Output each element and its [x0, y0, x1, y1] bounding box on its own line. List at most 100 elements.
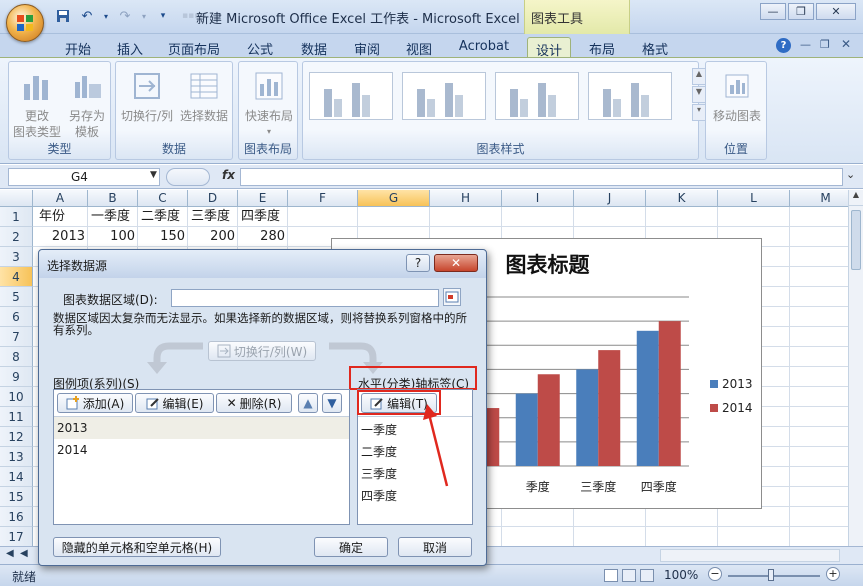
column-header[interactable]: D: [188, 190, 238, 207]
column-header[interactable]: F: [288, 190, 358, 207]
quick-layout-button[interactable]: 快速布局 ▾: [241, 70, 297, 140]
row-header[interactable]: 5: [0, 287, 33, 307]
row-header[interactable]: 14: [0, 467, 33, 487]
column-header[interactable]: M: [790, 190, 848, 207]
scroll-up-icon[interactable]: ▲: [849, 190, 863, 206]
tab-design[interactable]: 设计: [527, 37, 571, 59]
move-chart-button[interactable]: 移动图表: [708, 70, 766, 124]
prev-sheet-icon[interactable]: ◀: [20, 548, 28, 559]
row-header[interactable]: 12: [0, 427, 33, 447]
scroll-thumb[interactable]: [851, 210, 861, 270]
zoom-in-icon[interactable]: +: [826, 567, 840, 581]
axis-item[interactable]: 二季度: [361, 443, 397, 460]
undo-dropdown-icon[interactable]: ▾: [102, 7, 110, 25]
series-list[interactable]: 2013 2014: [54, 416, 349, 524]
minimize-button[interactable]: —: [760, 3, 786, 20]
axis-item[interactable]: 一季度: [361, 421, 397, 438]
cell-c2[interactable]: 150: [138, 227, 188, 247]
vertical-scrollbar[interactable]: ▲: [848, 190, 863, 546]
zoom-slider[interactable]: [728, 575, 820, 577]
axis-item[interactable]: 四季度: [361, 487, 397, 504]
column-header[interactable]: H: [430, 190, 502, 207]
tab-data[interactable]: 数据: [292, 37, 336, 58]
normal-view-icon[interactable]: [604, 569, 618, 582]
cell-d1[interactable]: 三季度: [188, 207, 233, 227]
edit-series-button[interactable]: 编辑(E): [135, 393, 214, 413]
page-break-view-icon[interactable]: [640, 569, 654, 582]
row-header[interactable]: 13: [0, 447, 33, 467]
tab-layout[interactable]: 布局: [580, 37, 624, 58]
row-header[interactable]: 7: [0, 327, 33, 347]
page-layout-view-icon[interactable]: [622, 569, 636, 582]
delete-series-button[interactable]: ✕ 删除(R): [216, 393, 292, 413]
horizontal-scrollbar[interactable]: [660, 549, 840, 562]
row-header[interactable]: 15: [0, 487, 33, 507]
zoom-slider-thumb[interactable]: [768, 569, 774, 581]
chart-style-thumbnail-3[interactable]: [495, 72, 579, 120]
hidden-empty-cells-button[interactable]: 隐藏的单元格和空单元格(H): [53, 537, 221, 557]
column-header[interactable]: E: [238, 190, 288, 207]
insert-function-button[interactable]: fx: [222, 168, 235, 182]
chart-data-range-input[interactable]: [171, 289, 439, 307]
switch-row-column-button[interactable]: 切换行/列(W): [208, 341, 316, 361]
cell-d2[interactable]: 200: [188, 227, 238, 247]
zoom-level[interactable]: 100%: [664, 568, 698, 582]
series-item-2013[interactable]: 2013: [57, 421, 88, 435]
column-header[interactable]: J: [574, 190, 646, 207]
chart-style-thumbnail-4[interactable]: [588, 72, 672, 120]
tab-acrobat[interactable]: Acrobat: [453, 37, 515, 58]
gallery-down-icon[interactable]: ▼: [692, 86, 706, 103]
row-header[interactable]: 4: [0, 267, 33, 287]
chart-style-thumbnail-2[interactable]: [402, 72, 486, 120]
row-header[interactable]: 1: [0, 207, 33, 227]
move-series-down-button[interactable]: ▼: [322, 393, 342, 413]
name-box-dropdown-icon[interactable]: ▼: [150, 170, 157, 180]
ribbon-minimize-icon[interactable]: —: [800, 38, 811, 51]
cell-a1[interactable]: 年份: [36, 207, 68, 227]
redo-dropdown-icon[interactable]: ▾: [140, 7, 148, 25]
ribbon-restore-icon[interactable]: ❐: [820, 38, 830, 51]
gallery-more-icon[interactable]: ▾: [692, 104, 706, 121]
chart-style-thumbnail-1[interactable]: [309, 72, 393, 120]
column-header[interactable]: C: [138, 190, 188, 207]
tab-view[interactable]: 视图: [397, 37, 441, 58]
dialog-help-button[interactable]: ?: [406, 254, 430, 272]
row-header[interactable]: 8: [0, 347, 33, 367]
save-as-template-button[interactable]: 另存为 模板: [63, 70, 111, 140]
select-data-button[interactable]: 选择数据: [176, 70, 232, 124]
switch-row-column-ribbon-button[interactable]: 切换行/列: [118, 70, 176, 124]
row-header[interactable]: 6: [0, 307, 33, 327]
tab-review[interactable]: 审阅: [345, 37, 389, 58]
row-header[interactable]: 17: [0, 527, 33, 546]
cell-e2[interactable]: 280: [238, 227, 288, 247]
formula-bar-expander[interactable]: [166, 168, 210, 186]
cell-e1[interactable]: 四季度: [238, 207, 283, 227]
column-header[interactable]: B: [88, 190, 138, 207]
name-box[interactable]: G4: [8, 168, 160, 186]
add-series-button[interactable]: 添加(A): [57, 393, 133, 413]
undo-icon[interactable]: ↶: [78, 7, 96, 25]
tab-home[interactable]: 开始: [56, 37, 100, 58]
help-icon[interactable]: ?: [776, 38, 791, 53]
cancel-button[interactable]: 取消: [398, 537, 472, 557]
close-window-button[interactable]: ✕: [816, 3, 856, 20]
workbook-close-icon[interactable]: ✕: [841, 37, 851, 51]
range-selector-button[interactable]: [443, 288, 461, 306]
row-header[interactable]: 11: [0, 407, 33, 427]
redo-icon[interactable]: ↷: [116, 7, 134, 25]
row-header[interactable]: 10: [0, 387, 33, 407]
axis-item[interactable]: 三季度: [361, 465, 397, 482]
cell-c1[interactable]: 二季度: [138, 207, 183, 227]
gallery-up-icon[interactable]: ▲: [692, 68, 706, 85]
row-header[interactable]: 16: [0, 507, 33, 527]
row-header[interactable]: 2: [0, 227, 33, 247]
column-header[interactable]: K: [646, 190, 718, 207]
formula-expand-icon[interactable]: ⌄: [846, 168, 855, 181]
row-header[interactable]: 3: [0, 247, 33, 267]
ok-button[interactable]: 确定: [314, 537, 388, 557]
select-all-corner[interactable]: [0, 190, 33, 207]
customize-qat-icon[interactable]: ▾: [154, 7, 172, 25]
save-icon[interactable]: [54, 7, 72, 25]
office-button[interactable]: [6, 4, 44, 42]
restore-button[interactable]: ❐: [788, 3, 814, 20]
